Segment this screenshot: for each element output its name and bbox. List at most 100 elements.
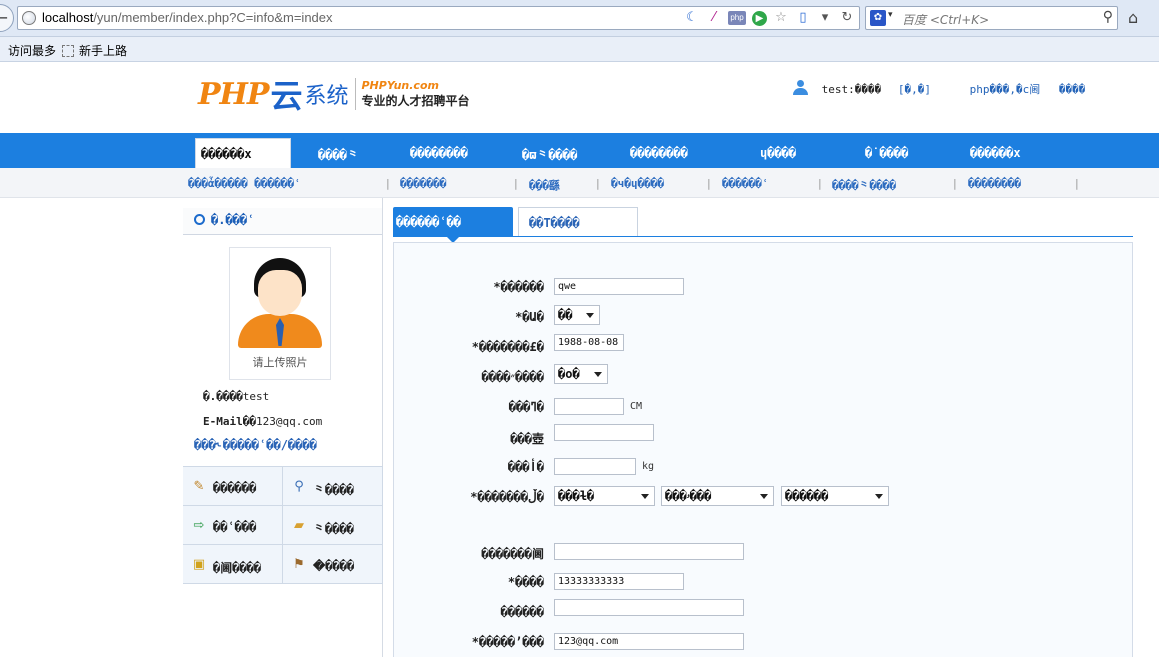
folder-icon: ▰ bbox=[294, 518, 304, 533]
php-icon[interactable]: php bbox=[728, 11, 746, 25]
city-select[interactable]: ���ۥ��� bbox=[661, 486, 774, 506]
star-icon[interactable]: ☆ bbox=[773, 10, 789, 26]
province-select[interactable]: ���ɫ� bbox=[554, 486, 655, 506]
sidebar-menu-item[interactable]: ▣ �阃���� bbox=[183, 545, 283, 584]
tel-label: ������ bbox=[500, 605, 544, 619]
marital-select[interactable]: �о� bbox=[554, 364, 608, 384]
baidu-paw-icon[interactable]: ✿ bbox=[870, 10, 886, 26]
phone-input[interactable]: 13333333333 bbox=[554, 573, 684, 590]
globe-icon bbox=[22, 11, 36, 25]
weight-unit: kg bbox=[642, 461, 655, 472]
ethnic-label: ���壺 bbox=[510, 432, 544, 446]
help-link[interactable]: ���� bbox=[1059, 83, 1086, 96]
avatar-caption: 请上传照片 bbox=[252, 356, 308, 369]
avatar[interactable]: 请上传照片 bbox=[229, 247, 331, 380]
nav-item[interactable]: �������� bbox=[630, 146, 688, 160]
search-icon[interactable]: ⚲ bbox=[1103, 9, 1113, 25]
nav-item[interactable]: ������x bbox=[970, 146, 1021, 160]
height-input[interactable] bbox=[554, 398, 624, 415]
nav-item[interactable]: �������� bbox=[410, 146, 468, 160]
bookmark-most-visited[interactable]: 访问最多 bbox=[8, 42, 56, 59]
region-label: *�������ڵ� bbox=[470, 490, 544, 504]
sub-nav: ���ἆ����� ������ՙ | ��ِ����� | ��ِ�繇 | �… bbox=[0, 168, 1159, 198]
home-icon[interactable]: ⌂ bbox=[1128, 8, 1138, 27]
bookmarks-bar: 访问最多 新手上路 bbox=[0, 37, 1159, 62]
site-link[interactable]: php���,�c阃 bbox=[970, 83, 1041, 96]
subnav-item[interactable]: �������� bbox=[968, 177, 1021, 190]
weight-label: ���أ� bbox=[507, 460, 544, 474]
bookmark-icon bbox=[62, 45, 74, 57]
email-input[interactable]: 123@qq.com bbox=[554, 633, 744, 650]
user-email-line: E-Mail��123@qq.com bbox=[203, 415, 323, 428]
ethnic-input[interactable] bbox=[554, 424, 654, 441]
nav-item[interactable]: �ϖ⺀���� bbox=[522, 146, 577, 163]
subnav-item[interactable]: ���ἆ����� ������ՙ bbox=[188, 177, 301, 190]
nav-item[interactable]: ����⺀ bbox=[318, 146, 359, 163]
chevron-down-icon bbox=[594, 372, 602, 377]
export-icon: ⇨ bbox=[193, 518, 205, 533]
user-name: test:���� bbox=[821, 83, 882, 96]
nav-item[interactable]: �˙���� bbox=[865, 146, 908, 160]
browser-toolbar: ← localhost/yun/member/index.php?C=info&… bbox=[0, 0, 1159, 37]
user-name-line: �.����test bbox=[203, 390, 270, 403]
user-icon bbox=[792, 80, 809, 96]
subnav-item[interactable]: ��ِ�繇 bbox=[529, 177, 560, 193]
address-text[interactable]: localhost/yun/member/index.php?C=info&m=… bbox=[42, 10, 333, 25]
district-select[interactable]: ������ bbox=[781, 486, 889, 506]
sidebar-menu-item[interactable]: ⚲ ⺀���� bbox=[283, 467, 383, 506]
tab-second[interactable]: ��T���� bbox=[518, 207, 638, 237]
subnav-item[interactable]: �ч�ɥ���� bbox=[611, 177, 664, 190]
go-icon[interactable]: ▶ bbox=[752, 10, 767, 26]
profile-form: *������ qwe *�Ա� �� *�������£� 1988-08-0… bbox=[393, 242, 1133, 657]
sidebar-title: �.���ՙ bbox=[211, 213, 255, 227]
member-sidebar: �.���ՙ 请上传照片 �.����test E-Mail��123@qq.c… bbox=[183, 198, 383, 657]
nav-item-active[interactable]: ������x bbox=[195, 138, 291, 168]
chevron-down-icon bbox=[760, 494, 768, 499]
nav-item[interactable]: ɥ���� bbox=[760, 146, 796, 160]
back-button[interactable]: ← bbox=[0, 4, 14, 32]
name-input[interactable]: qwe bbox=[554, 278, 684, 295]
phone-label: *���� bbox=[507, 575, 544, 589]
marital-label: ����״���� bbox=[481, 370, 544, 384]
email-label: *�����ʼ��� bbox=[471, 635, 544, 649]
user-bar: test:���� [�,�] php���,�c阃 ���� bbox=[792, 80, 1085, 97]
feather-icon[interactable]: ⁄ bbox=[706, 10, 722, 26]
search-input[interactable]: 百度 <Ctrl+K> bbox=[902, 11, 989, 28]
sidebar-header: �.���ՙ bbox=[183, 208, 382, 235]
moon-icon[interactable]: ☾ bbox=[684, 10, 700, 26]
site-logo[interactable]: PHP 云 系统 PHPYun.com 专业的人才招聘平台 bbox=[198, 74, 470, 116]
phone-icon[interactable]: ▯ bbox=[795, 10, 811, 26]
sidebar-menu-item[interactable]: ▰ ⺀���� bbox=[283, 506, 383, 545]
signpost-icon: ⚑ bbox=[293, 557, 305, 572]
chevron-down-icon[interactable]: ▾ bbox=[817, 10, 833, 26]
height-label: ���ߣ� bbox=[508, 400, 544, 414]
gender-label: *�Ա� bbox=[515, 310, 544, 324]
sidebar-menu-item[interactable]: ✎ ������ bbox=[183, 467, 283, 506]
height-unit: CM bbox=[630, 401, 643, 412]
subnav-item[interactable]: ������ՙ bbox=[722, 177, 768, 190]
address-bar[interactable]: localhost/yun/member/index.php?C=info&m=… bbox=[17, 6, 860, 30]
bookmark-getting-started[interactable]: 新手上路 bbox=[62, 42, 127, 59]
extra-input[interactable] bbox=[554, 543, 744, 560]
sidebar-menu-item[interactable]: ⚑ �ׁ���� bbox=[283, 545, 383, 584]
tel-input[interactable] bbox=[554, 599, 744, 616]
weight-input[interactable] bbox=[554, 458, 636, 475]
sidebar-menu-item[interactable]: ⇨ ��ՙ��� bbox=[183, 506, 283, 545]
subnav-item[interactable]: ��ِ����� bbox=[400, 177, 446, 190]
chevron-down-icon bbox=[586, 313, 594, 318]
subnav-item[interactable]: ����⺀���� bbox=[832, 177, 896, 193]
main-nav: ������x ����⺀ �������� �ϖ⺀���� �������� … bbox=[0, 133, 1159, 168]
name-label: *������ bbox=[493, 280, 544, 294]
logout-link[interactable]: [�,�] bbox=[898, 83, 931, 96]
birthday-input[interactable]: 1988-08-08 bbox=[554, 334, 624, 351]
circle-icon bbox=[194, 214, 205, 225]
tab-basic-info[interactable]: ������ՙ�� bbox=[393, 207, 513, 237]
extra-label: �������阃 bbox=[481, 547, 544, 561]
gender-select[interactable]: �� bbox=[554, 305, 600, 325]
search-box[interactable]: ✿ ▾ 百度 <Ctrl+K> ⚲ bbox=[865, 6, 1118, 30]
engine-dropdown-icon[interactable]: ▾ bbox=[888, 10, 893, 20]
magnifier-icon: ⚲ bbox=[294, 479, 304, 494]
sidebar-link[interactable]: ���˞�����ՙ��/���� bbox=[194, 438, 382, 452]
reload-icon[interactable]: ↻ bbox=[839, 10, 855, 26]
sidebar-menu: ✎ ������ ⚲ ⺀���� ⇨ ��ՙ��� ▰ ⺀���� ▣ �阃��… bbox=[183, 466, 383, 584]
